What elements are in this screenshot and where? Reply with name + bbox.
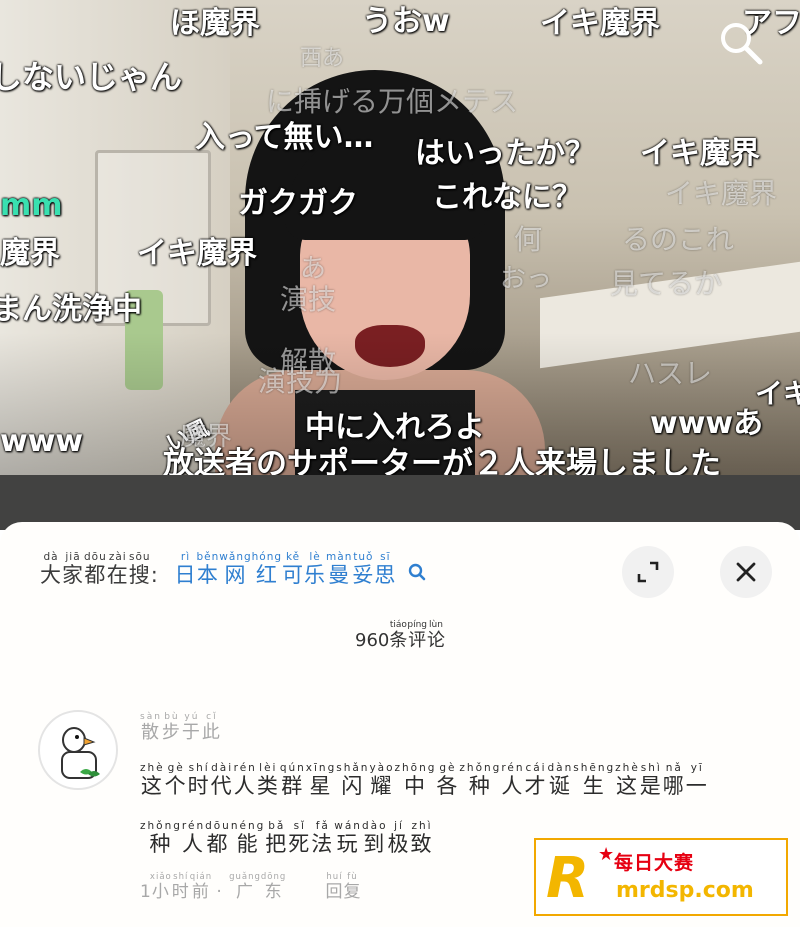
watermark-letter: R xyxy=(546,846,590,911)
watermark-name: 每日大赛 xyxy=(614,852,695,874)
danmaku-comment: はいったか？ xyxy=(415,136,595,171)
danmaku-comment: イキ魔界 xyxy=(137,236,257,271)
danmaku-comment: www xyxy=(0,424,84,459)
expand-icon xyxy=(637,561,659,583)
danmaku-comment: wwwあ xyxy=(650,406,764,441)
comment-meta: 1小xiǎo时shí前qián · 广guǎng东dōng 回huí复fù xyxy=(140,872,362,902)
danmaku-comment: ガクガク xyxy=(238,186,358,221)
danmaku-comment: 何 xyxy=(514,223,543,256)
close-icon xyxy=(736,562,756,582)
ruby-text: 条tiáo评píng论lùn xyxy=(389,620,445,651)
video-player[interactable]: ほ魔界 うおw イキ魔界 アフ しないじゃん 西あ に挿げる万個メテス 入って無… xyxy=(0,0,800,475)
trending-search-label: 大dà家jiā都dōu在zài搜sōu: xyxy=(40,551,167,587)
danmaku-comment: るのこれ xyxy=(622,223,735,256)
danmaku-comment: 演技力 xyxy=(258,365,343,398)
avatar[interactable] xyxy=(38,710,118,790)
trending-search-row: 大dà家jiā都dōu在zài搜sōu: 日rì本běn网wǎng红hóng可k… xyxy=(40,551,426,589)
search-icon[interactable] xyxy=(408,563,426,581)
danmaku-comment: mm xyxy=(0,188,63,223)
search-button[interactable] xyxy=(716,18,764,66)
danmaku-comment: 見てるか xyxy=(610,267,723,300)
danmaku-comment: まん洗浄中 xyxy=(0,292,142,327)
star-icon: ★ xyxy=(598,844,615,865)
ruby-text: 种zhǒng人rén都dōu能néng把bǎ死sǐ法fǎ玩wán到dào极jí致… xyxy=(140,820,434,856)
danmaku-comment: ハスレ xyxy=(628,357,713,390)
close-button[interactable] xyxy=(720,546,772,598)
comment-username[interactable]: 散sàn步bù于yú此cǐ xyxy=(140,712,222,744)
danmaku-comment: 入って無い… xyxy=(195,120,374,155)
danmaku-comment: おっ xyxy=(500,264,553,294)
danmaku-comment: 演技 xyxy=(280,283,337,316)
danmaku-comment: これなに？ xyxy=(432,180,582,215)
danmaku-comment: 放送者のサポーターが２人来場しました xyxy=(163,446,721,475)
ruby-text: 日rì本běn网wǎng红hóng可kě乐lè曼màn妥tuǒ思sī xyxy=(174,551,397,587)
danmaku-comment: うおw xyxy=(362,4,450,39)
ruby-text: 大dà家jiā都dōu在zài搜sōu: xyxy=(40,551,159,587)
danmaku-comment: イキ魔界 xyxy=(540,6,660,41)
comment-count: 960条tiáo评píng论lùn xyxy=(0,620,800,652)
danmaku-comment: 魔界 xyxy=(0,236,60,271)
ruby-text: 散sàn步bù于yú此cǐ xyxy=(140,712,222,743)
reply-button[interactable]: 回huí复fù xyxy=(325,872,362,902)
comment-time: 1小xiǎo时shí前qián xyxy=(140,872,213,902)
comment-location: 广guǎng东dōng xyxy=(229,872,287,902)
danmaku-comment: しないじゃん xyxy=(0,58,183,96)
danmaku-comment: イキ魔界 xyxy=(665,177,778,210)
ruby-text: 小xiǎo时shí前qián xyxy=(149,872,213,902)
search-icon xyxy=(721,23,763,65)
watermark-url: mrdsp.com xyxy=(616,878,754,903)
danmaku-comment: 西あ xyxy=(300,46,345,71)
trending-search-link[interactable]: 日rì本běn网wǎng红hóng可kě乐lè曼màn妥tuǒ思sī xyxy=(174,551,405,587)
comment-count-number: 960 xyxy=(355,630,390,651)
meta-separator: · xyxy=(216,882,230,902)
danmaku-comment: ほ魔界 xyxy=(170,6,260,41)
ruby-text: 这zhè个gè时shí代dài人rén类lèi群qún星xīng闪shǎn耀yà… xyxy=(140,762,709,798)
comment-line: 这zhè个gè时shí代dài人rén类lèi群qún星xīng闪shǎn耀yà… xyxy=(140,757,770,815)
danmaku-comment: イキ魔界 xyxy=(640,136,760,171)
goose-avatar-icon xyxy=(61,727,100,779)
site-watermark-logo: R ★ 每日大赛 mrdsp.com xyxy=(534,838,788,916)
expand-button[interactable] xyxy=(622,546,674,598)
ruby-text: 广guǎng东dōng xyxy=(229,872,287,902)
ruby-text: 回huí复fù xyxy=(325,872,362,902)
